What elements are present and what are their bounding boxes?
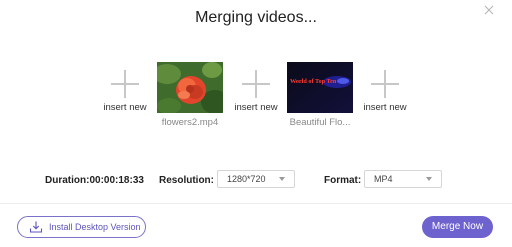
- format-label: Format:: [324, 175, 362, 186]
- resolution-select[interactable]: 1280*720: [217, 170, 295, 188]
- footer-divider: [0, 203, 512, 204]
- chevron-down-icon: [279, 177, 285, 181]
- insert-new-button-3[interactable]: insert new: [355, 70, 415, 113]
- merge-dialog: Merging videos... insert new flowers2.mp…: [0, 0, 512, 247]
- merge-now-button[interactable]: Merge Now: [422, 216, 493, 238]
- dialog-title: Merging videos...: [195, 9, 317, 26]
- clip-name: Beautiful Flo...: [289, 117, 351, 128]
- install-label: Install Desktop Version: [49, 222, 141, 232]
- insert-new-label: insert new: [363, 102, 407, 113]
- resolution-label: Resolution:: [159, 175, 214, 186]
- insert-new-button-1[interactable]: insert new: [95, 70, 155, 113]
- chevron-down-icon: [426, 177, 432, 181]
- plus-icon: [371, 70, 399, 98]
- insert-new-label: insert new: [103, 102, 147, 113]
- duration-value: 00:00:18:33: [89, 175, 144, 186]
- format-select[interactable]: MP4: [364, 170, 442, 188]
- install-desktop-button[interactable]: Install Desktop Version: [17, 216, 146, 238]
- format-value: MP4: [374, 174, 393, 184]
- duration-display: Duration:00:00:18:33: [45, 175, 144, 186]
- clip-item-1[interactable]: flowers2.mp4: [157, 62, 223, 128]
- download-icon: [29, 221, 43, 233]
- insert-new-button-2[interactable]: insert new: [226, 70, 286, 113]
- clip-thumbnail-rose: [157, 62, 223, 113]
- duration-label: Duration:: [45, 175, 90, 186]
- title-card-text: World of Top Ten: [290, 78, 337, 85]
- close-button[interactable]: [482, 3, 496, 17]
- settings-row: Duration:00:00:18:33 Resolution: 1280*72…: [0, 170, 512, 190]
- clip-name: flowers2.mp4: [161, 117, 219, 128]
- close-icon: [484, 5, 494, 15]
- resolution-value: 1280*720: [227, 174, 266, 184]
- insert-new-label: insert new: [234, 102, 278, 113]
- clip-thumbnail-title-card: World of Top Ten: [287, 62, 353, 113]
- plus-icon: [242, 70, 270, 98]
- plus-icon: [111, 70, 139, 98]
- clip-item-2[interactable]: World of Top Ten Beautiful Flo...: [287, 62, 353, 128]
- clip-row: insert new flowers2.mp4 insert new World…: [0, 60, 512, 140]
